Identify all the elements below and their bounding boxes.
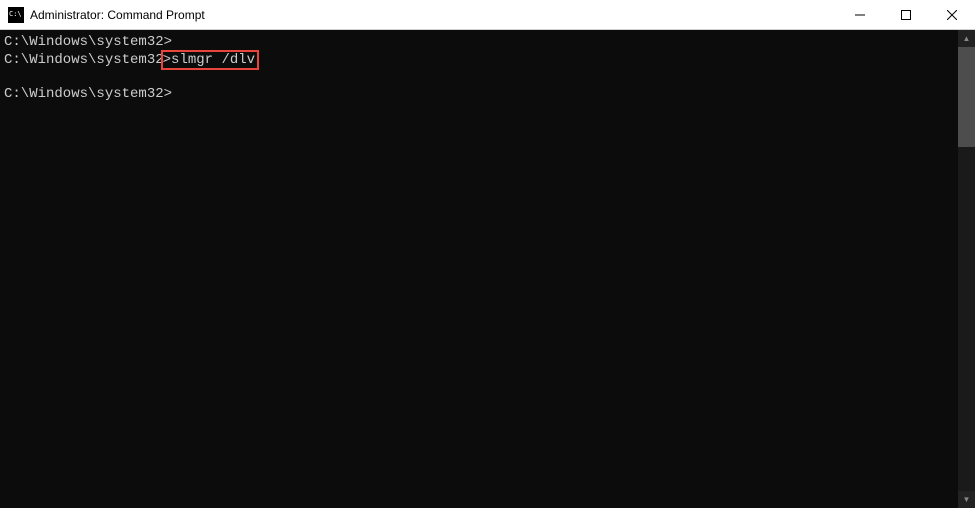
prompt-text: C:\Windows\system32> — [4, 34, 172, 50]
terminal-blank-line — [4, 70, 954, 86]
window-controls — [837, 0, 975, 29]
maximize-icon — [901, 10, 911, 20]
scrollbar-down-arrow[interactable]: ▼ — [958, 491, 975, 508]
scrollbar-up-arrow[interactable]: ▲ — [958, 30, 975, 47]
scrollbar-thumb[interactable] — [958, 47, 975, 147]
terminal-line: C:\Windows\system32>slmgr /dlv — [4, 50, 954, 70]
prompt-text: C:\Windows\system32> — [4, 86, 172, 102]
terminal-line: C:\Windows\system32> — [4, 86, 954, 102]
window-title: Administrator: Command Prompt — [30, 8, 837, 22]
vertical-scrollbar[interactable]: ▲ ▼ — [958, 30, 975, 508]
maximize-button[interactable] — [883, 0, 929, 29]
close-icon — [947, 10, 957, 20]
app-icon — [8, 7, 24, 23]
prompt-text: C:\Windows\system32 — [4, 52, 164, 68]
minimize-icon — [855, 10, 865, 20]
command-highlight: >slmgr /dlv — [161, 50, 259, 70]
close-button[interactable] — [929, 0, 975, 29]
scrollbar-track[interactable] — [958, 47, 975, 491]
terminal-container: C:\Windows\system32>C:\Windows\system32>… — [0, 30, 975, 508]
terminal-output[interactable]: C:\Windows\system32>C:\Windows\system32>… — [0, 30, 958, 508]
minimize-button[interactable] — [837, 0, 883, 29]
command-text: slmgr /dlv — [171, 52, 255, 68]
titlebar[interactable]: Administrator: Command Prompt — [0, 0, 975, 30]
command-prompt-window: Administrator: Command Prompt C:\Windows… — [0, 0, 975, 508]
prompt-chevron: > — [163, 52, 171, 68]
terminal-line: C:\Windows\system32> — [4, 34, 954, 50]
